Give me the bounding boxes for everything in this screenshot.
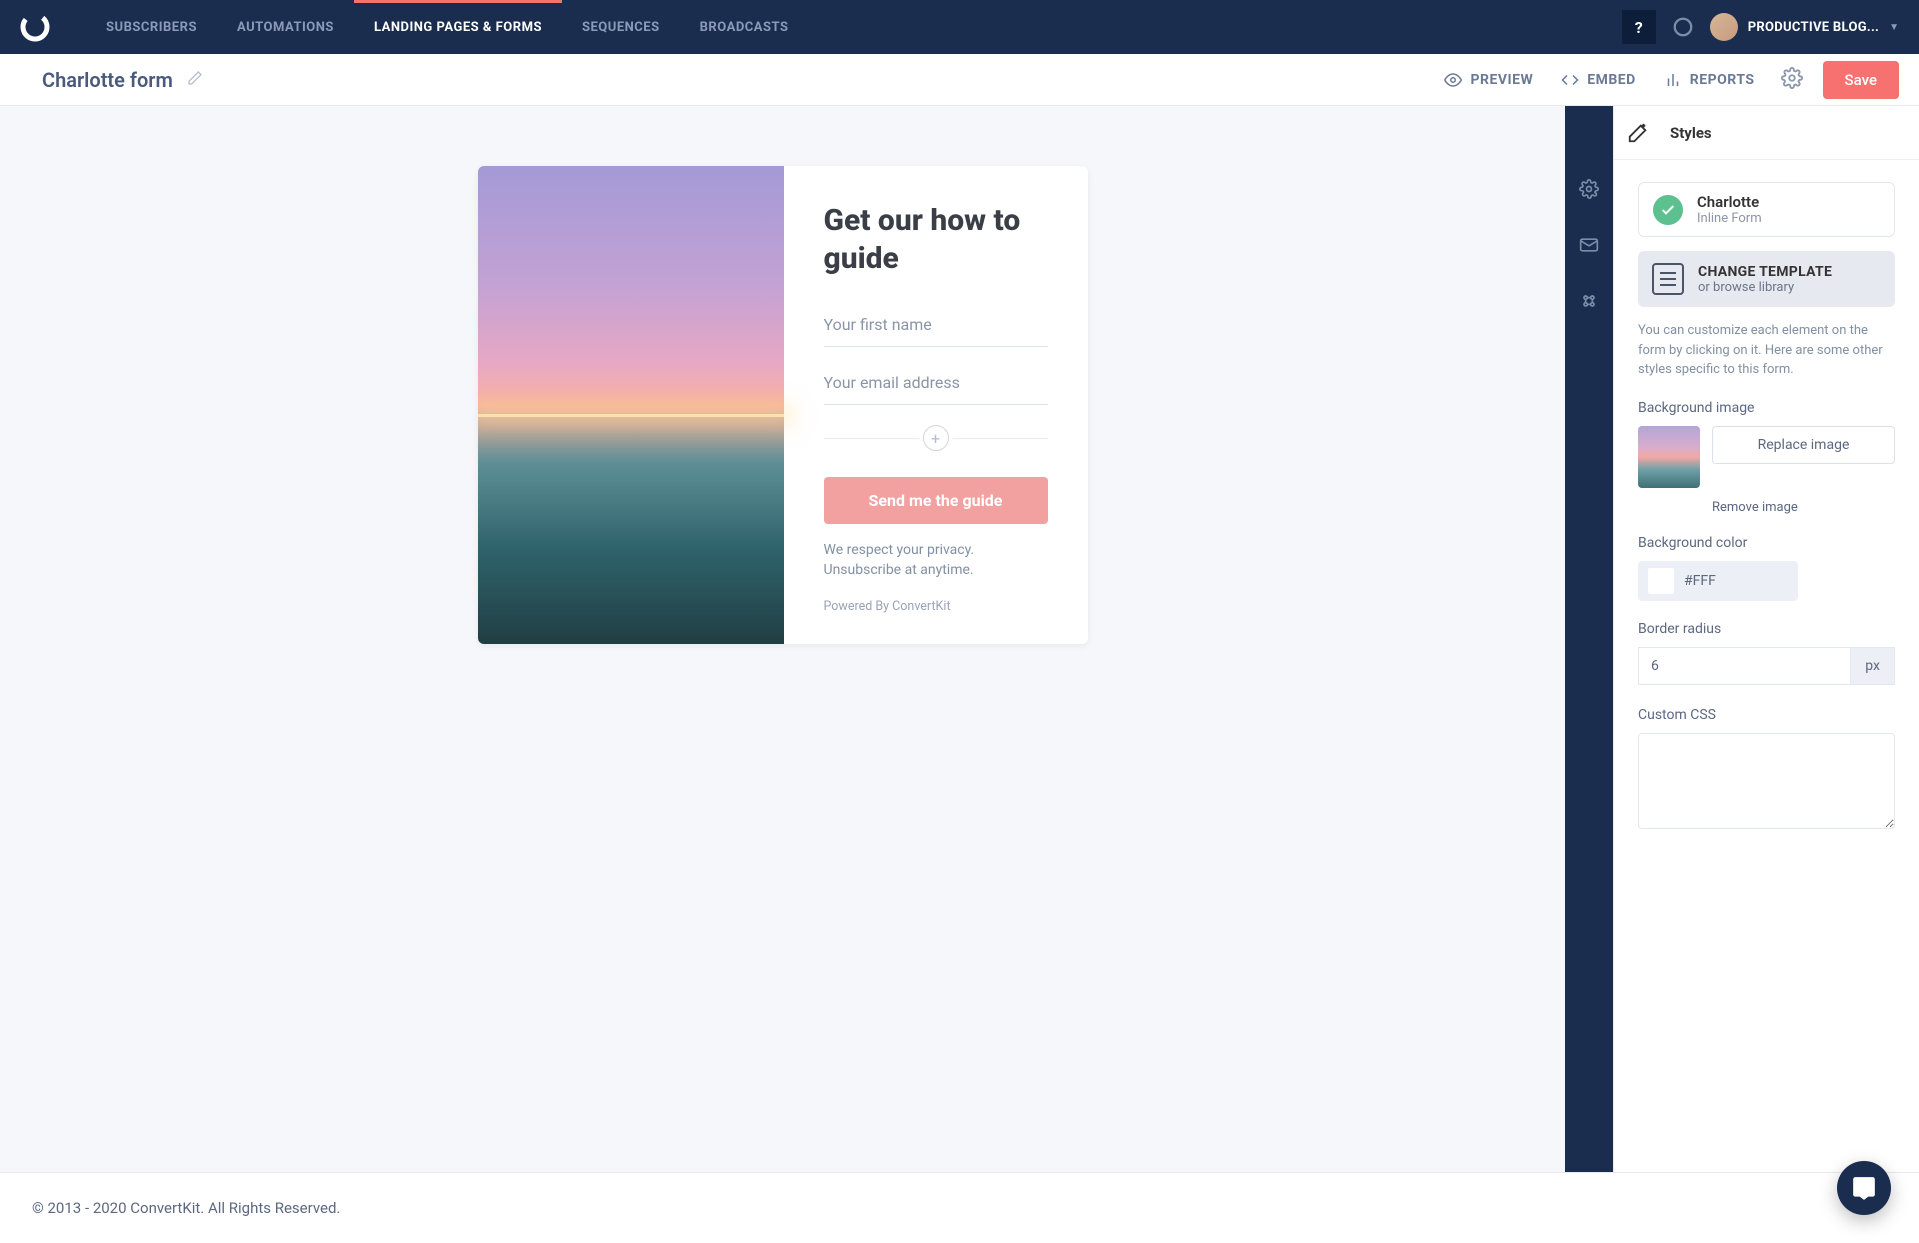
edit-name-icon[interactable] (187, 70, 203, 90)
embed-button[interactable]: EMBED (1547, 71, 1650, 89)
submit-button[interactable]: Send me the guide (824, 477, 1048, 524)
nav-landing-pages[interactable]: LANDING PAGES & FORMS (354, 0, 562, 54)
nav-subscribers[interactable]: SUBSCRIBERS (86, 0, 217, 54)
side-tab-general[interactable] (1578, 178, 1600, 200)
bg-color-value: #FFF (1684, 573, 1716, 589)
form-content: Get our how to guide + Send me the guide… (784, 166, 1088, 644)
side-tab-advanced[interactable] (1578, 290, 1600, 312)
nav-right: ? PRODUCTIVE BLOG... ▼ (1622, 10, 1899, 44)
email-input[interactable] (824, 361, 1048, 405)
current-template-card: Charlotte Inline Form (1638, 182, 1895, 237)
logo[interactable] (20, 12, 50, 42)
panel-header: Styles (1614, 106, 1919, 160)
settings-button[interactable] (1769, 67, 1815, 93)
preview-label: PREVIEW (1470, 72, 1533, 88)
first-name-input[interactable] (824, 303, 1048, 347)
top-nav: SUBSCRIBERS AUTOMATIONS LANDING PAGES & … (0, 0, 1919, 54)
border-radius-unit: px (1851, 647, 1895, 685)
change-template-button[interactable]: CHANGE TEMPLATE or browse library (1638, 251, 1895, 307)
bg-image-label: Background image (1638, 400, 1895, 416)
template-type: Inline Form (1697, 211, 1762, 226)
user-menu[interactable]: PRODUCTIVE BLOG... ▼ (1710, 13, 1899, 41)
privacy-text[interactable]: We respect your privacy. Unsubscribe at … (824, 540, 1048, 581)
secondary-bar: Charlotte form PREVIEW EMBED REPORTS Sav… (0, 54, 1919, 106)
reports-button[interactable]: REPORTS (1650, 71, 1769, 89)
editor-side-tabs (1565, 106, 1613, 1172)
panel-title: Styles (1670, 124, 1712, 142)
template-name: Charlotte (1697, 193, 1762, 211)
save-button[interactable]: Save (1823, 61, 1899, 99)
add-field-row: + (824, 425, 1048, 451)
avatar (1710, 13, 1738, 41)
side-tab-email[interactable] (1578, 234, 1600, 256)
notifications-button[interactable] (1668, 12, 1698, 42)
panel-help-text: You can customize each element on the fo… (1638, 321, 1895, 380)
help-button[interactable]: ? (1622, 10, 1656, 44)
border-radius-label: Border radius (1638, 621, 1895, 637)
powered-by[interactable]: Powered By ConvertKit (824, 599, 1048, 614)
bg-image-thumbnail[interactable] (1638, 426, 1700, 488)
change-template-label: CHANGE TEMPLATE (1698, 264, 1832, 280)
form-background-image[interactable] (478, 166, 784, 644)
add-field-button[interactable]: + (923, 425, 949, 451)
user-name-label: PRODUCTIVE BLOG... (1748, 20, 1879, 35)
nav-links: SUBSCRIBERS AUTOMATIONS LANDING PAGES & … (86, 0, 1622, 54)
preview-button[interactable]: PREVIEW (1430, 71, 1547, 89)
nav-automations[interactable]: AUTOMATIONS (217, 0, 354, 54)
styles-panel: Styles Charlotte Inline Form CHANGE TEMP… (1613, 106, 1919, 1172)
reports-label: REPORTS (1690, 72, 1755, 88)
form-heading[interactable]: Get our how to guide (824, 202, 1048, 277)
remove-image-link[interactable]: Remove image (1712, 500, 1798, 515)
template-icon (1652, 263, 1684, 295)
wand-icon (1626, 121, 1650, 145)
form-name[interactable]: Charlotte form (42, 68, 173, 92)
border-radius-input[interactable] (1638, 647, 1851, 685)
bg-color-label: Background color (1638, 535, 1895, 551)
bg-color-picker[interactable]: #FFF (1638, 561, 1798, 601)
copyright: © 2013 - 2020 ConvertKit. All Rights Res… (32, 1199, 340, 1217)
color-swatch (1648, 568, 1674, 594)
chat-widget[interactable] (1837, 1161, 1891, 1215)
custom-css-input[interactable] (1638, 733, 1895, 829)
embed-label: EMBED (1587, 72, 1636, 88)
canvas: Get our how to guide + Send me the guide… (0, 106, 1565, 1172)
form-preview[interactable]: Get our how to guide + Send me the guide… (478, 166, 1088, 644)
chevron-down-icon: ▼ (1889, 22, 1899, 33)
custom-css-label: Custom CSS (1638, 707, 1895, 723)
footer: © 2013 - 2020 ConvertKit. All Rights Res… (0, 1172, 1919, 1243)
browse-library-label: or browse library (1698, 280, 1832, 295)
nav-sequences[interactable]: SEQUENCES (562, 0, 680, 54)
replace-image-button[interactable]: Replace image (1712, 426, 1895, 464)
check-icon (1653, 195, 1683, 225)
nav-broadcasts[interactable]: BROADCASTS (680, 0, 809, 54)
